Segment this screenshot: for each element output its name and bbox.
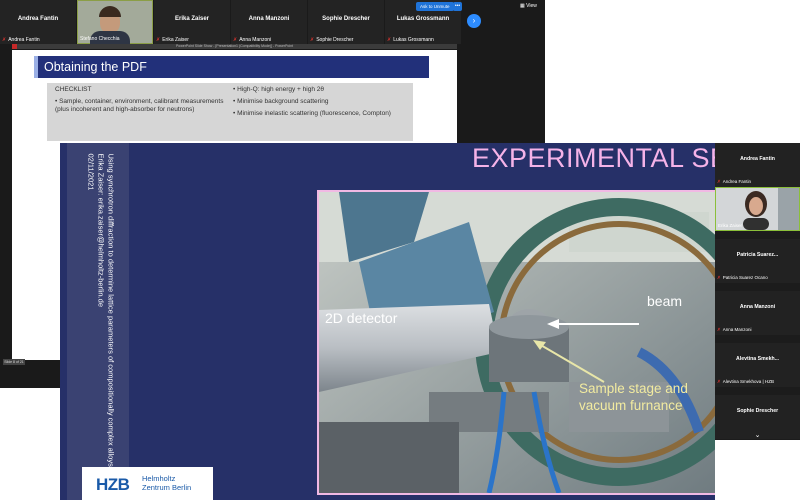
mic-muted-icon: ✗ [156,37,161,43]
participant-name: Sophie Drescher [322,16,370,22]
speaker-contact: Erika Zaiser: erika.zaiser@helmholtz-ber… [96,153,106,308]
participant-tile[interactable]: Andrea Fantin ✗ Andrea Fantin [715,143,800,187]
checklist-item: • Minimise background scattering [233,98,329,105]
view-button[interactable]: ▦ View [520,3,537,9]
checklist-item: • Minimise inelastic scattering (fluores… [233,110,391,117]
shared-window-titlebar: PowerPoint Slide Show - [Presentation1 (… [12,44,457,49]
slide-heading: EXPERIMENTAL SET [472,143,715,173]
participant-footer: ✗ Anna Manzoni [717,327,752,332]
slide-title: Obtaining the PDF [34,56,429,78]
talk-title: Using synchrotron diffraction to determi… [106,153,116,467]
mic-muted-icon: ✗ [387,37,392,43]
checklist-item: • High-Q: high energy + high 2θ [233,86,324,93]
experiment-photo-frame: 2D detector beam Sample stage and vacuum… [317,190,715,495]
participant-tile[interactable]: Anna Manzoni ✗ Anna Manzoni [715,291,800,335]
participant-footer: ✗ Erika Zaiser [156,37,189,43]
participant-tile[interactable]: Sophie Drescher ✗ Sophie Drescher [308,0,384,44]
participant-name: Sophie Drescher [736,408,779,414]
participant-footer: ✗ Alevtina Smekhova | HZB [717,379,774,384]
label-sample-stage: Sample stage and vacuum furnance [579,381,688,413]
ask-to-unmute-button[interactable]: Ask to Unmute [416,2,454,11]
label-2d-detector: 2D detector [325,310,398,326]
slide-status: Slide 8 of 21 [3,359,25,365]
talk-date: 02/11/2021 [86,153,96,191]
mic-muted-icon: ✗ [233,37,238,43]
participant-name: Erika Zaiser [174,16,210,22]
participant-name: Andrea Fantin [17,16,59,22]
slide-column-left: CHECKLIST • Sample, container, environme… [55,86,225,118]
screen: Andrea Fantin ✗ Andrea Fantin Stefano Che… [0,0,800,500]
slide-content-box: CHECKLIST • Sample, container, environme… [47,83,413,141]
hzb-logo-mark: HZB [96,475,130,494]
participant-footer: ✗ Sophie Drescher [310,37,354,43]
mic-muted-icon: ✗ [2,37,7,43]
hzb-logo-text: Helmholtz Zentrum Berlin [142,474,192,492]
mic-muted-icon: ✗ [717,379,721,384]
participant-tile[interactable]: Anna Manzoni ✗ Anna Manzoni [231,0,307,44]
shared-slide: Using synchrotron diffraction to determi… [60,143,715,500]
participant-name: Anna Manzoni [248,16,290,22]
label-beam: beam [647,293,683,309]
participant-footer: Stefano Checchia [80,36,120,42]
participant-footer: ✗ Lukas Grossmann [387,37,434,43]
more-options-button[interactable]: ••• [453,2,462,11]
participant-name: Patricia Suarez... [736,252,779,258]
participant-footer: ✗ Andrea Fantin [2,37,40,43]
slide-vertical-text: Using synchrotron diffraction to determi… [71,153,116,467]
desktop-background [715,440,800,500]
participant-name: Andrea Fantin [740,156,775,162]
participant-name: Anna Manzoni [739,304,776,310]
participant-tile[interactable]: Patricia Suarez... ✗ Patricia Suarez Ocan… [715,239,800,283]
participant-tile[interactable]: Alevtina Smekh... ✗ Alevtina Smekhova | H… [715,343,800,387]
participant-footer: ✗ Anna Manzoni [233,37,272,43]
mic-muted-icon: ✗ [310,37,315,43]
participant-tile-video[interactable]: Stefano Checchia [77,0,153,45]
hzb-logo: HZB Helmholtz Zentrum Berlin [82,467,213,500]
participant-name: Alevtina Smekh... [736,356,779,362]
zoom-window-front: Using synchrotron diffraction to determi… [60,143,800,500]
next-page-button[interactable]: › [467,14,481,28]
participant-tile[interactable]: Andrea Fantin ✗ Andrea Fantin [0,0,76,44]
mic-muted-icon: ✗ [717,275,721,280]
slide-column-right: • High-Q: high energy + high 2θ • Minimi… [233,86,409,122]
participant-tile-video[interactable]: Erika Zaiser [715,187,800,231]
chevron-down-icon[interactable]: ⌄ [715,431,800,439]
participant-gallery: Andrea Fantin ✗ Andrea Fantin Stefano Che… [0,0,545,45]
participant-tile[interactable]: Erika Zaiser ✗ Erika Zaiser [154,0,230,44]
participant-name: Lukas Grossmann [396,16,450,22]
experiment-photo: 2D detector beam Sample stage and vacuum… [319,192,715,493]
mic-muted-icon: ✗ [717,327,721,332]
mic-muted-icon: ✗ [717,179,721,184]
window-icon [12,44,17,49]
participant-footer: Erika Zaiser [718,223,743,228]
experiment-photo-drawing [319,192,715,493]
participant-video-face [99,6,121,33]
checklist-heading: CHECKLIST [55,86,92,93]
participant-footer: ✗ Patricia Suarez Ocano [717,275,768,280]
checklist-item: • Sample, container, environment, calibr… [55,98,224,113]
participant-footer: ✗ Andrea Fantin [717,179,752,184]
